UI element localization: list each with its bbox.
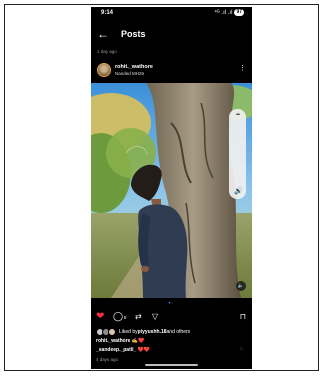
volume-icon[interactable]: 🔊 bbox=[234, 187, 243, 195]
volume-panel[interactable]: • • • 🔊 bbox=[229, 109, 246, 199]
comment-preview[interactable]: _sandeep._patil_ ❤️❤️ bbox=[96, 347, 150, 353]
previous-post-time: 1 day ago bbox=[97, 49, 117, 54]
avatar[interactable] bbox=[97, 63, 111, 77]
post-image[interactable]: • • • 🔊 🔈 bbox=[91, 83, 252, 298]
liked-by-suffix: and others bbox=[166, 328, 191, 335]
liked-by-user[interactable]: piyyushh.18 bbox=[138, 329, 167, 335]
liked-by-prefix: Liked by bbox=[119, 328, 138, 335]
post-username[interactable]: rohit._wathore bbox=[115, 64, 153, 70]
bookmark-icon[interactable]: ⊓ bbox=[240, 310, 246, 322]
arrow-left-icon[interactable]: ← bbox=[97, 28, 109, 40]
comment-icon[interactable]: ◯ bbox=[113, 310, 123, 322]
battery-icon: 97 bbox=[234, 9, 244, 16]
repost-icon[interactable]: ⇄ bbox=[135, 310, 142, 322]
post-time-ago: 4 days ago bbox=[96, 357, 119, 362]
header: ← Posts bbox=[91, 27, 252, 43]
status-bar: 9:14 ⁴ᴳ .ıl .ıl 97 bbox=[91, 7, 252, 21]
post-actions: ❤ ◯ 8 ⇄ ▽ ⊓ bbox=[91, 310, 252, 322]
status-icons: ⁴ᴳ .ıl .ıl 97 bbox=[214, 9, 244, 16]
comment-like-heart-icon[interactable]: ♡ bbox=[240, 347, 244, 353]
comment-count: 8 bbox=[124, 314, 127, 320]
liked-by-row[interactable]: Liked by piyyushh.18 and others bbox=[96, 327, 190, 336]
post-photo-illustration bbox=[91, 83, 252, 298]
phone-screen: 9:14 ⁴ᴳ .ıl .ıl 97 ← Posts 1 day ago roh… bbox=[91, 7, 252, 369]
page-title: Posts bbox=[121, 29, 146, 39]
like-heart-icon[interactable]: ❤ bbox=[96, 310, 104, 322]
signal-icon: ⁴ᴳ .ıl .ıl bbox=[214, 9, 233, 16]
post-caption: rohit._wathore ✍❤️ bbox=[96, 338, 145, 344]
mute-toggle-icon[interactable]: 🔈 bbox=[236, 281, 246, 291]
volume-panel-menu-icon[interactable]: • • • bbox=[229, 113, 246, 118]
vertical-dots-icon[interactable]: ⋮ bbox=[239, 65, 246, 72]
post-header: rohit._wathore Nanded MH26 ⋮ bbox=[91, 62, 252, 82]
send-icon[interactable]: ▽ bbox=[152, 310, 158, 322]
liker-avatar bbox=[108, 327, 116, 336]
carousel-indicator: •· bbox=[168, 301, 175, 307]
home-indicator[interactable] bbox=[145, 364, 198, 366]
post-location[interactable]: Nanded MH26 bbox=[115, 71, 144, 76]
status-time: 9:14 bbox=[101, 10, 114, 16]
liker-avatars bbox=[96, 327, 116, 336]
